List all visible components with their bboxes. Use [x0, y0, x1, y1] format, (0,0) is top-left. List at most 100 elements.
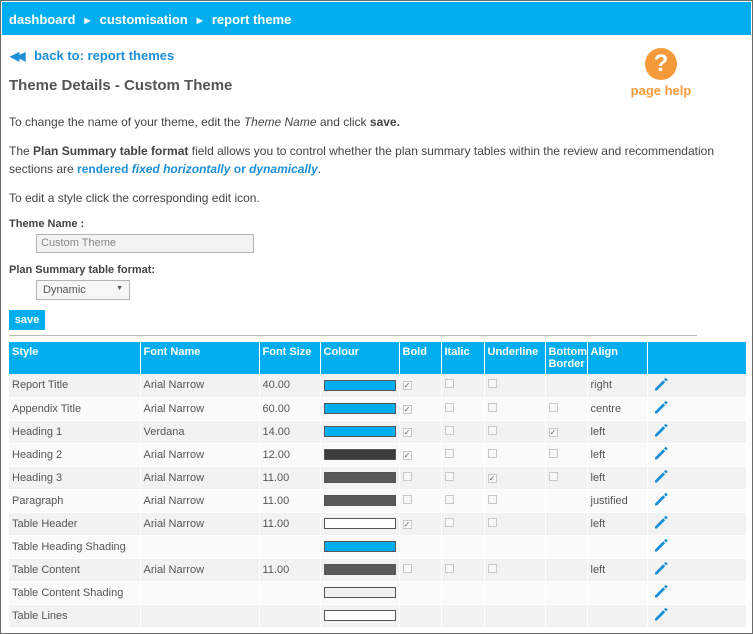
style-name: Appendix Title: [9, 397, 141, 421]
font-name: Arial Narrow: [140, 489, 260, 513]
bold-checkbox[interactable]: ✓: [402, 404, 412, 414]
table-row: Table Header Arial Narrow 11.00 ✓ left: [9, 512, 747, 536]
empty-cell: [441, 604, 485, 628]
edit-pencil-icon[interactable]: [653, 422, 669, 438]
edit-pencil-icon[interactable]: [653, 537, 669, 553]
page-help-label: page help: [630, 83, 692, 98]
colour-swatch: [323, 379, 396, 391]
underline-checkbox[interactable]: [487, 425, 497, 435]
bold-checkbox[interactable]: ✓: [402, 519, 412, 529]
format-select[interactable]: Dynamic ▼: [36, 280, 130, 300]
breadcrumb-report-theme: report theme: [211, 12, 292, 27]
edit-pencil-icon[interactable]: [653, 399, 669, 415]
style-name: Table Lines: [9, 604, 141, 628]
back-link-label: back to: report themes: [34, 48, 175, 63]
colour-swatch: [323, 610, 396, 621]
edit-pencil-icon[interactable]: [653, 514, 669, 530]
bold-checkbox[interactable]: [402, 563, 412, 573]
border-checkbox[interactable]: [548, 402, 558, 412]
underline-checkbox[interactable]: ✓: [487, 473, 497, 483]
border-checkbox[interactable]: ✓: [548, 427, 558, 437]
theme-name-label: Theme Name :: [9, 218, 85, 230]
empty-cell: [399, 535, 442, 559]
save-button[interactable]: save: [9, 310, 45, 330]
font-size: 60.00: [259, 397, 321, 421]
italic-checkbox[interactable]: [444, 402, 454, 412]
table-row: Table Heading Shading: [9, 535, 747, 559]
alignment: left: [587, 512, 648, 536]
page-help-button[interactable]: ? page help: [629, 48, 693, 98]
bold-checkbox[interactable]: ✓: [402, 450, 412, 460]
column-header-underline: Underline: [484, 342, 546, 374]
underline-checkbox[interactable]: [487, 379, 497, 389]
underline-checkbox[interactable]: [487, 563, 497, 573]
table-row: Heading 1 Verdana 14.00 ✓ ✓ left: [9, 420, 747, 444]
colour-swatch: [323, 449, 396, 460]
font-size: [259, 581, 321, 605]
intro-rename-text: To change the name of your theme, edit t…: [9, 115, 400, 129]
empty-cell: [545, 374, 588, 398]
font-name: Arial Narrow: [140, 558, 260, 582]
italic-checkbox[interactable]: [444, 425, 454, 435]
edit-pencil-icon[interactable]: [653, 376, 669, 392]
alignment: left: [587, 420, 648, 444]
table-row: Heading 2 Arial Narrow 12.00 ✓ left: [9, 443, 747, 467]
back-link[interactable]: ◀◀ back to: report themes: [10, 48, 174, 63]
alignment: left: [587, 466, 648, 490]
column-header-edit: [647, 342, 747, 374]
font-size: 11.00: [259, 512, 321, 536]
intro-edit-text: To edit a style click the corresponding …: [9, 191, 260, 205]
font-name: [140, 535, 260, 559]
column-header-align: Align: [587, 342, 648, 374]
empty-cell: [545, 535, 588, 559]
empty-cell: [545, 489, 588, 513]
italic-checkbox[interactable]: [444, 471, 454, 481]
theme-name-input[interactable]: Custom Theme: [36, 234, 254, 253]
bold-checkbox[interactable]: ✓: [402, 381, 412, 391]
underline-checkbox[interactable]: [487, 402, 497, 412]
alignment: [587, 535, 648, 559]
colour-swatch: [323, 403, 396, 414]
style-name: Heading 3: [9, 466, 141, 490]
italic-checkbox[interactable]: [444, 494, 454, 504]
breadcrumb-customisation[interactable]: customisation: [100, 12, 188, 27]
style-name: Heading 2: [9, 443, 141, 467]
edit-pencil-icon[interactable]: [653, 560, 669, 576]
bold-checkbox[interactable]: ✓: [402, 427, 412, 437]
breadcrumb-separator: ►: [82, 15, 93, 27]
edit-pencil-icon[interactable]: [653, 491, 669, 507]
breadcrumb-dashboard[interactable]: dashboard: [9, 12, 75, 27]
table-row: Table Content Arial Narrow 11.00 left: [9, 558, 747, 582]
underline-checkbox[interactable]: [487, 448, 497, 458]
colour-swatch: [323, 472, 396, 483]
font-name: Arial Narrow: [140, 443, 260, 467]
edit-pencil-icon[interactable]: [653, 445, 669, 461]
edit-pencil-icon[interactable]: [653, 583, 669, 599]
italic-checkbox[interactable]: [444, 517, 454, 527]
italic-checkbox[interactable]: [444, 448, 454, 458]
bold-checkbox[interactable]: [402, 494, 412, 504]
style-name: Table Heading Shading: [9, 535, 141, 559]
page-title: Theme Details - Custom Theme: [9, 77, 233, 94]
font-size: [259, 535, 321, 559]
italic-checkbox[interactable]: [444, 379, 454, 389]
italic-checkbox[interactable]: [444, 563, 454, 573]
font-size: 14.00: [259, 420, 321, 444]
page-frame: dashboard ► customisation ► report theme…: [0, 0, 753, 634]
edit-pencil-icon[interactable]: [653, 468, 669, 484]
question-icon: ?: [645, 48, 677, 80]
colour-swatch: [323, 518, 396, 529]
edit-pencil-icon[interactable]: [653, 606, 669, 622]
empty-cell: [399, 581, 442, 605]
table-row: Appendix Title Arial Narrow 60.00 ✓ centre: [9, 397, 747, 421]
font-size: 40.00: [259, 374, 321, 398]
empty-cell: [545, 512, 588, 536]
underline-checkbox[interactable]: [487, 494, 497, 504]
style-name: Paragraph: [9, 489, 141, 513]
border-checkbox[interactable]: [548, 471, 558, 481]
table-row: Report Title Arial Narrow 40.00 ✓ right: [9, 374, 747, 398]
alignment: left: [587, 558, 648, 582]
border-checkbox[interactable]: [548, 448, 558, 458]
underline-checkbox[interactable]: [487, 517, 497, 527]
bold-checkbox[interactable]: [402, 471, 412, 481]
